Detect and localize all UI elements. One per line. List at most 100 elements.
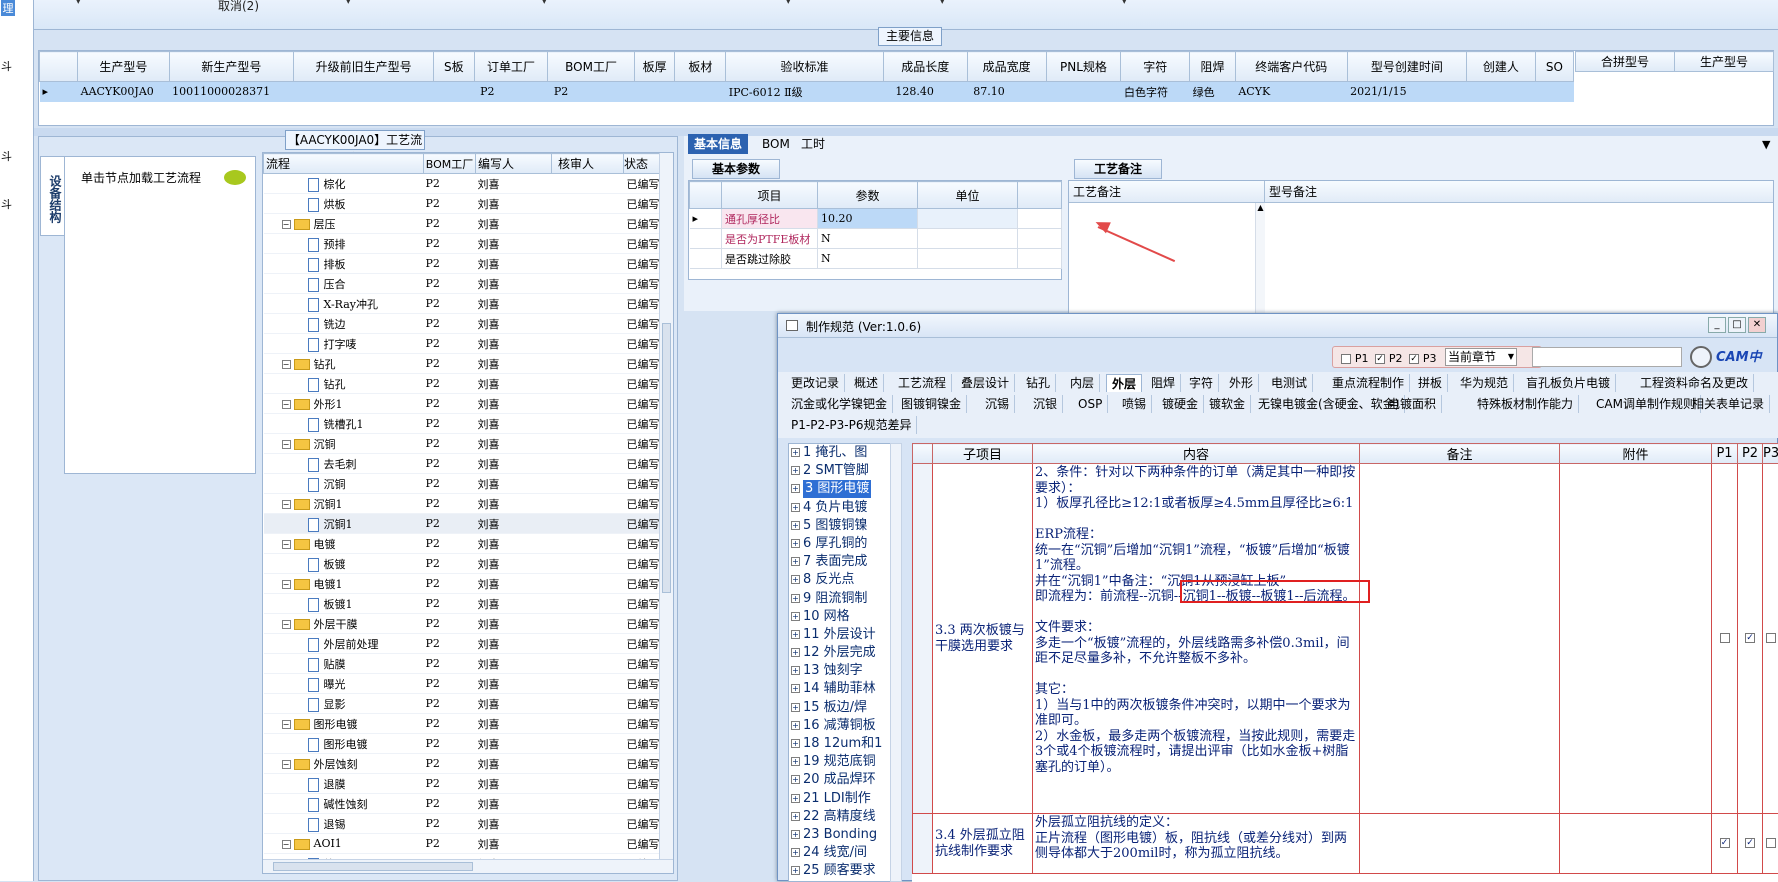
spec-tab[interactable]: 镀软金 [1204,395,1251,413]
expand-icon[interactable]: + [791,594,800,603]
tree-row[interactable]: 图形电镀P2刘喜已编写 [264,734,662,754]
expand-icon[interactable]: + [791,575,800,584]
expand-icon[interactable]: + [791,630,800,639]
spec-tab[interactable]: 更改记录 [786,374,845,392]
tree-node[interactable]: 显影 [264,694,424,714]
col-header[interactable]: 字符 [1121,52,1190,82]
checkbox-icon[interactable] [1341,354,1351,364]
tree-row[interactable]: 贴膜P2刘喜已编写 [264,654,662,674]
tree-row[interactable]: 沉铜P2刘喜已编写 [264,474,662,494]
tree-node[interactable]: 铣边 [264,314,424,334]
nav-item[interactable]: +5 图镀铜镍 [789,517,899,535]
tree-row[interactable]: −沉铜P2刘喜已编写 [264,434,662,454]
tree-node[interactable]: −电镀 [264,534,424,554]
tree-row[interactable]: −图形电镀P2刘喜已编写 [264,714,662,734]
nav-item[interactable]: +18 12um和1 [789,735,899,753]
col-header[interactable]: 状态 [624,154,662,174]
scroll-thumb[interactable] [273,862,473,871]
tree-row[interactable]: −AOI1P2刘喜已编写 [264,834,662,854]
chevron-down-icon[interactable]: ▾ [1122,0,1127,7]
spec-tab[interactable]: 内层 [1065,374,1100,392]
collapse-icon[interactable]: − [282,620,291,629]
tree-node[interactable]: 曝光 [264,674,424,694]
collapse-icon[interactable]: − [282,400,291,409]
col-header[interactable]: 项目 [722,182,818,209]
collapse-icon[interactable]: − [282,220,291,229]
tree-row[interactable]: X-Ray冲孔P2刘喜已编写 [264,294,662,314]
spec-tab[interactable]: 图镀铜镍金 [896,395,967,413]
nav-item[interactable]: +8 反光点 [789,571,899,589]
spec-tab[interactable]: 沉锡 [980,395,1015,413]
col-header[interactable]: 升级前旧生产型号 [294,52,434,82]
checkmark-icon[interactable]: ✓ [1409,354,1419,364]
checkmark-icon[interactable]: ✓ [1745,633,1755,643]
nav-item[interactable]: +4 负片电镀 [789,499,899,517]
tree-node[interactable]: 外层前处理 [264,634,424,654]
tree-node[interactable]: −外形1 [264,394,424,414]
col-header[interactable]: 成品宽度 [967,52,1046,82]
nav-item[interactable]: +22 高精度线 [789,808,899,826]
tree-row[interactable]: 预排P2刘喜已编写 [264,234,662,254]
tree-row[interactable]: −阻焊P2刘喜已编写 [264,874,662,875]
tree-node[interactable]: 贴膜 [264,654,424,674]
p1-checkbox[interactable] [1712,464,1738,814]
tree-node[interactable]: 预排 [264,234,424,254]
spec-tab[interactable]: 拼板 [1413,374,1448,392]
nav-item[interactable]: +12 外层完成 [789,644,899,662]
spec-tab[interactable]: 外形 [1224,374,1259,392]
tree-node[interactable]: −层压 [264,214,424,234]
spec-tab[interactable]: 工艺流程 [893,374,952,392]
expand-icon[interactable]: + [791,666,800,675]
tree-node[interactable]: 沉铜1 [264,514,424,534]
expand-icon[interactable]: + [791,775,800,784]
expand-icon[interactable]: + [791,848,800,857]
col-header[interactable]: 内容 [1033,444,1360,464]
close-icon[interactable]: ✕ [1748,317,1766,333]
p3-checkbox[interactable] [1763,464,1778,814]
tab-basic-info[interactable]: 基本信息 [688,134,748,154]
tree-node[interactable]: 铣槽孔1 [264,414,424,434]
col-header[interactable]: 合拼型号 [1576,52,1675,72]
col-header[interactable]: 订单工厂 [474,52,548,82]
col-header[interactable]: 流程 [264,154,424,174]
tree-row[interactable]: −外层干膜P2刘喜已编写 [264,614,662,634]
col-header[interactable]: BOM工厂 [424,154,476,174]
nav-item[interactable]: +20 成品焊环 [789,771,899,789]
tab-bom[interactable]: BOM [756,134,796,154]
col-header[interactable]: 单位 [918,182,1018,209]
nav-item[interactable]: +3 图形电镀 [789,480,899,498]
spec-tab[interactable]: OSP [1073,395,1108,413]
nav-item[interactable]: +19 规范底铜 [789,753,899,771]
tree-node[interactable]: −外层干膜 [264,614,424,634]
nav-item[interactable]: +6 厚孔铜的 [789,535,899,553]
tree-node[interactable]: 退锡 [264,814,424,834]
col-header[interactable]: 板材 [675,52,726,82]
expand-icon[interactable]: + [791,612,800,621]
spec-tab[interactable]: 钻孔 [1021,374,1056,392]
tree-row[interactable]: −外形1P2刘喜已编写 [264,394,662,414]
tree-node[interactable]: −电镀1 [264,574,424,594]
tree-row[interactable]: 打字唛P2刘喜已编写 [264,334,662,354]
tree-row[interactable]: 板镀P2刘喜已编写 [264,554,662,574]
tree-row[interactable]: −电镀1P2刘喜已编写 [264,574,662,594]
tree-row[interactable]: 板镀1P2刘喜已编写 [264,594,662,614]
expand-icon[interactable]: + [791,448,800,457]
tree-node[interactable]: −AOI1 [264,834,424,854]
left-nav-item[interactable]: 斗 [1,58,12,74]
tree-node[interactable]: −图形电镀 [264,714,424,734]
tree-row[interactable]: 曝光P2刘喜已编写 [264,674,662,694]
tree-node[interactable]: −外层蚀刻 [264,754,424,774]
expand-icon[interactable]: + [791,830,800,839]
expand-icon[interactable]: + [791,757,800,766]
tree-row[interactable]: −沉铜1P2刘喜已编写 [264,494,662,514]
col-header[interactable]: 终端客户代码 [1235,52,1347,82]
expand-icon[interactable]: + [791,721,800,730]
table-row[interactable]: ▸ AACYK00JA0 10011000028371 P2 P2 IPC-60… [40,82,1574,102]
col-header[interactable]: 验收标准 [726,52,884,82]
tree-node[interactable]: 排板 [264,254,424,274]
collapse-icon[interactable]: − [282,360,291,369]
tree-horizontal-scrollbar[interactable] [263,859,673,873]
nav-item[interactable]: +14 辅助菲林 [789,680,899,698]
spec-tab[interactable]: 概述 [849,374,884,392]
checkmark-icon[interactable]: ✓ [1720,838,1730,848]
